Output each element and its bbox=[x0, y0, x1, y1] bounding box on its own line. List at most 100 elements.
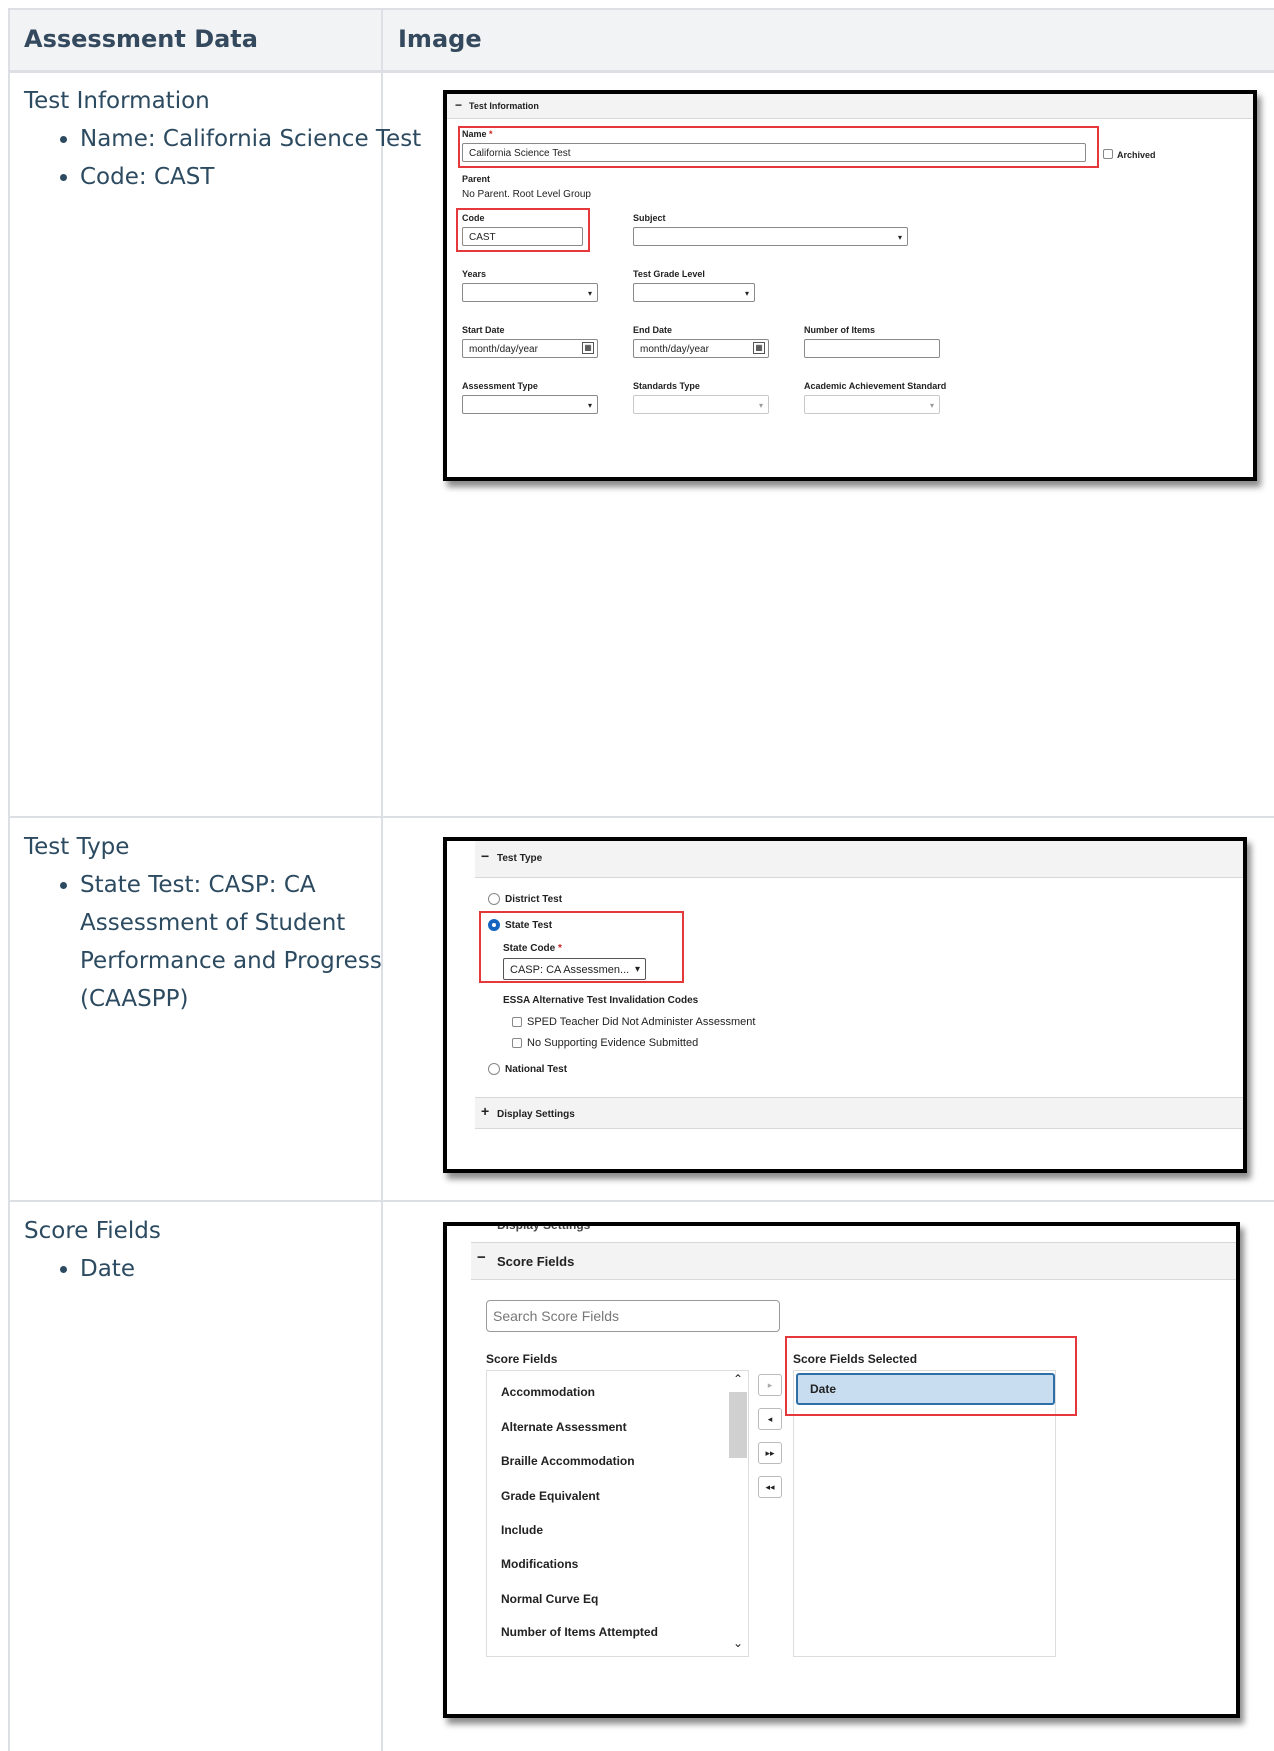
test-type-section-header[interactable]: − Test Type bbox=[475, 841, 1243, 878]
section-title: Score Fields bbox=[497, 1254, 575, 1269]
row-test-type-text: Test Type State Test: CASP: CA Assessmen… bbox=[24, 828, 424, 1018]
list-item[interactable]: Alternate Assessment bbox=[501, 1420, 627, 1434]
score-fields-screenshot: Display Settings − Score Fields Search S… bbox=[443, 1222, 1240, 1718]
standards-type-label: Standards Type bbox=[633, 381, 700, 391]
essa-option-label: SPED Teacher Did Not Administer Assessme… bbox=[527, 1016, 756, 1028]
list-item[interactable]: Number of Items Attempted bbox=[501, 1625, 658, 1639]
list-item[interactable]: Modifications bbox=[501, 1557, 578, 1571]
academic-standard-label: Academic Achievement Standard bbox=[804, 381, 947, 391]
scrollbar[interactable]: ⌃ ⌄ bbox=[727, 1370, 749, 1657]
essa-option-checkbox[interactable] bbox=[512, 1038, 522, 1048]
essa-label: ESSA Alternative Test Invalidation Codes bbox=[503, 995, 699, 1006]
list-item: Date bbox=[80, 1250, 424, 1288]
header-assessment-data: Assessment Data bbox=[24, 25, 258, 53]
row-divider-1 bbox=[8, 816, 1274, 818]
row-score-fields-text: Score Fields Date bbox=[24, 1212, 424, 1288]
essa-option-label: No Supporting Evidence Submitted bbox=[527, 1037, 699, 1049]
calendar-icon[interactable]: ▦ bbox=[582, 342, 594, 354]
academic-standard-select[interactable]: ▾ bbox=[804, 395, 940, 414]
table-border-top bbox=[8, 8, 1274, 10]
list-item: Name: California Science Test bbox=[80, 120, 424, 158]
chevron-down-icon: ▾ bbox=[744, 289, 749, 298]
number-of-items-field[interactable] bbox=[804, 339, 940, 358]
display-settings-section-header[interactable]: + Display Settings bbox=[475, 1097, 1243, 1129]
test-information-screenshot: − Test Information Name * California Sci… bbox=[443, 90, 1257, 481]
scrollbar-thumb[interactable] bbox=[729, 1392, 747, 1458]
row-divider-2 bbox=[8, 1200, 1274, 1202]
list-item[interactable]: Grade Equivalent bbox=[501, 1489, 600, 1503]
collapse-icon[interactable]: − bbox=[455, 98, 462, 112]
score-fields-label: Score Fields bbox=[486, 1352, 558, 1366]
district-test-radio[interactable] bbox=[488, 893, 500, 905]
grade-level-label: Test Grade Level bbox=[633, 269, 705, 279]
standards-type-select[interactable]: ▾ bbox=[633, 395, 769, 414]
header-image: Image bbox=[398, 25, 482, 53]
expand-icon[interactable]: + bbox=[481, 1103, 489, 1119]
test-information-section-header[interactable]: − Test Information bbox=[447, 94, 1253, 119]
remove-field-button[interactable]: ◂ bbox=[758, 1408, 782, 1430]
test-type-screenshot: − Test Type District Test State Test Sta… bbox=[443, 837, 1247, 1173]
list-item[interactable]: Include bbox=[501, 1523, 543, 1537]
highlight-score-fields-selected bbox=[785, 1336, 1077, 1416]
assessment-type-label: Assessment Type bbox=[462, 381, 538, 391]
section-title: Test Type bbox=[497, 853, 543, 864]
end-date-label: End Date bbox=[633, 325, 673, 335]
archived-checkbox[interactable] bbox=[1103, 149, 1113, 159]
assessment-table: Assessment Data Image Test Information N… bbox=[8, 8, 1274, 1751]
national-test-radio[interactable] bbox=[488, 1063, 500, 1075]
chevron-down-icon: ▾ bbox=[758, 401, 763, 410]
row-test-information-text: Test Information Name: California Scienc… bbox=[24, 82, 424, 196]
row-title: Score Fields bbox=[24, 1218, 161, 1244]
header-divider bbox=[8, 70, 1274, 73]
table-header-row: Assessment Data Image bbox=[8, 8, 1274, 70]
bullet-list: Date bbox=[24, 1250, 424, 1288]
score-fields-section-header[interactable]: − Score Fields bbox=[471, 1242, 1236, 1280]
district-test-label: District Test bbox=[505, 894, 563, 905]
row-title: Test Type bbox=[24, 834, 130, 860]
archived-label: Archived bbox=[1117, 150, 1156, 160]
section-title: Test Information bbox=[469, 101, 539, 111]
parent-label: Parent bbox=[462, 174, 491, 184]
list-item: State Test: CASP: CA Assessment of Stude… bbox=[80, 866, 424, 1018]
calendar-icon[interactable]: ▦ bbox=[753, 342, 765, 354]
remove-all-button[interactable]: ◂◂ bbox=[758, 1476, 782, 1498]
start-date-label: Start Date bbox=[462, 325, 505, 335]
cut-off-header: Display Settings bbox=[497, 1222, 591, 1232]
scroll-down-icon[interactable]: ⌄ bbox=[727, 1636, 749, 1650]
search-score-fields-input[interactable]: Search Score Fields bbox=[486, 1300, 780, 1332]
end-date-field[interactable]: month/day/year ▦ bbox=[633, 339, 769, 358]
section-title: Display Settings bbox=[497, 1109, 575, 1120]
highlight-code bbox=[456, 208, 590, 252]
bullet-list: Name: California Science Test Code: CAST bbox=[24, 120, 424, 196]
highlight-state-test bbox=[479, 911, 684, 983]
scroll-up-icon[interactable]: ⌃ bbox=[727, 1372, 749, 1386]
national-test-label: National Test bbox=[505, 1064, 568, 1075]
chevron-down-icon: ▾ bbox=[929, 401, 934, 410]
chevron-down-icon: ▾ bbox=[587, 401, 592, 410]
grade-level-select[interactable]: ▾ bbox=[633, 283, 755, 302]
list-item[interactable]: Braille Accommodation bbox=[501, 1454, 635, 1468]
chevron-down-icon: ▾ bbox=[897, 233, 902, 242]
list-item: Code: CAST bbox=[80, 158, 424, 196]
parent-value: No Parent. Root Level Group bbox=[462, 189, 591, 200]
add-all-button[interactable]: ▸▸ bbox=[758, 1442, 782, 1464]
start-date-field[interactable]: month/day/year ▦ bbox=[462, 339, 598, 358]
highlight-name bbox=[458, 126, 1099, 168]
table-border-left bbox=[8, 8, 10, 1751]
years-select[interactable]: ▾ bbox=[462, 283, 598, 302]
essa-option-checkbox[interactable] bbox=[512, 1017, 522, 1027]
years-label: Years bbox=[462, 269, 487, 279]
collapse-icon[interactable]: − bbox=[481, 848, 489, 864]
bullet-list: State Test: CASP: CA Assessment of Stude… bbox=[24, 866, 424, 1018]
subject-select[interactable]: ▾ bbox=[633, 227, 908, 246]
list-item[interactable]: Normal Curve Eq bbox=[501, 1592, 598, 1606]
chevron-down-icon: ▾ bbox=[587, 289, 592, 298]
subject-label: Subject bbox=[633, 213, 666, 223]
collapse-icon[interactable]: − bbox=[477, 1249, 486, 1266]
score-fields-list[interactable]: Accommodation Alternate Assessment Brail… bbox=[486, 1370, 749, 1657]
assessment-type-select[interactable]: ▾ bbox=[462, 395, 598, 414]
list-item[interactable]: Accommodation bbox=[501, 1385, 595, 1399]
add-field-button[interactable]: ▸ bbox=[758, 1374, 782, 1396]
number-of-items-label: Number of Items bbox=[804, 325, 876, 335]
row-title: Test Information bbox=[24, 88, 210, 114]
